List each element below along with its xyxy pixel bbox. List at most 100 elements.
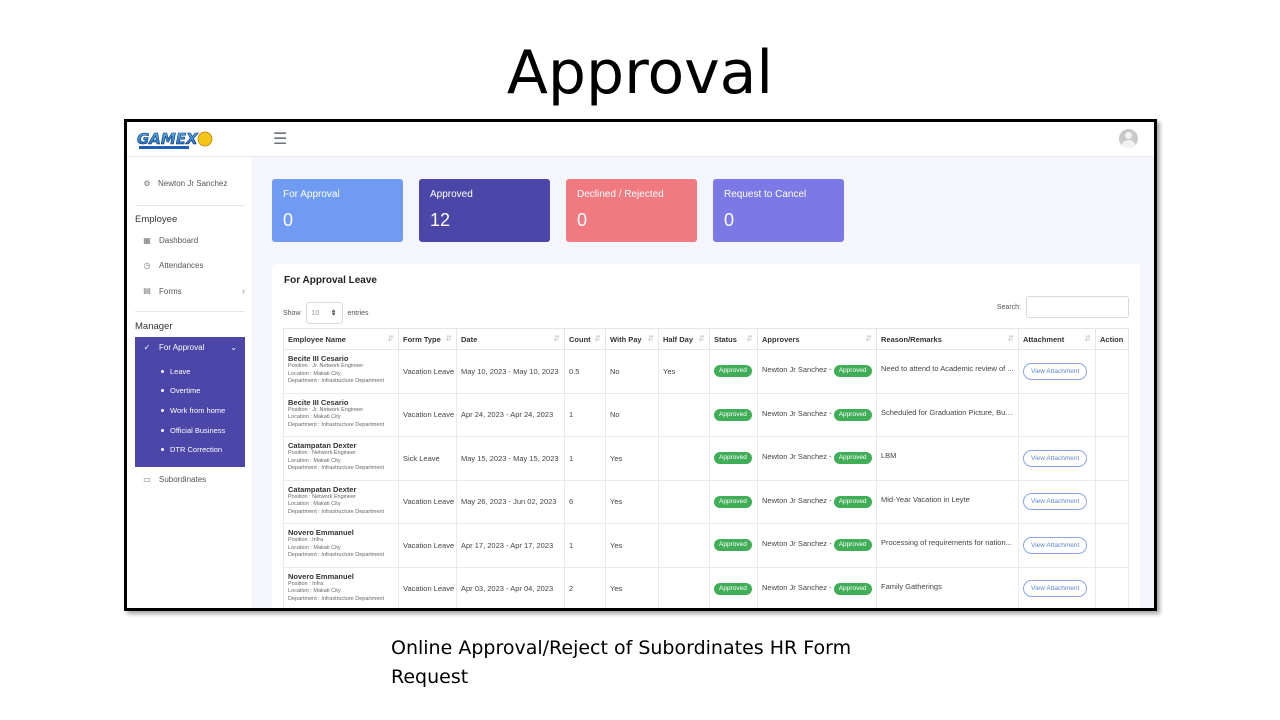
status-badge: Approved [714, 582, 752, 595]
count-cell: 2 [564, 566, 606, 608]
form-type-cell: Vacation Leave [398, 566, 457, 608]
view-attachment-button[interactable]: View Attachment [1023, 362, 1088, 380]
status-cell: Approved [709, 392, 758, 437]
status-cell: Approved [709, 349, 758, 394]
sidebar-user[interactable]: ⚙ Newton Jr Sanchez [143, 179, 227, 188]
sidebar-item-label: Attendances [159, 261, 204, 270]
sidebar-for-approval-group: ✓ For Approval ⌄ Leave Overtime Work fro… [135, 337, 245, 467]
view-attachment-button[interactable]: View Attachment [1023, 580, 1088, 598]
sidebar-subitem-label: Official Business [170, 426, 226, 435]
attachment-cell: View Attachment [1018, 479, 1096, 524]
leave-table: Employee Name ⇵ Form Type ⇵ Date ⇵ Count ⇵ W… [283, 328, 1129, 608]
top-bar: GAMEX ☰ [127, 122, 1154, 157]
sidebar-item-label: Forms [159, 286, 182, 296]
approver-name: Newton Jr Sanchez - [762, 365, 832, 375]
approver-name: Newton Jr Sanchez - [762, 452, 832, 462]
reason-cell: Mid-Year Vacation in Leyte [876, 479, 1019, 524]
employee-name: Catampatan Dexter [288, 484, 357, 494]
column-header[interactable]: Half Day ⇵ [658, 328, 710, 350]
reason-cell: LBM [876, 436, 1019, 481]
employee-position: Position : Network Engineer [288, 450, 356, 456]
status-badge: Approved [714, 539, 752, 552]
table-header-row: Employee Name ⇵ Form Type ⇵ Date ⇵ Count ⇵ W… [283, 328, 1129, 350]
employee-position: Position : Network Engineer [288, 493, 356, 500]
bullet-icon [161, 389, 164, 392]
card-value: 0 [577, 210, 588, 230]
sidebar-subitem-dtr-correction[interactable]: DTR Correction [161, 445, 222, 454]
sidebar-item-attendances[interactable]: ◷ Attendances [143, 261, 245, 270]
reason-cell: Processing of requirements for nation... [876, 523, 1019, 568]
half-day-cell [658, 566, 710, 608]
sidebar-item-dashboard[interactable]: ▦ Dashboard [143, 236, 245, 245]
employee-name: Becite III Cesario [288, 397, 349, 407]
monitor-icon: ▭ [143, 474, 151, 484]
entries-select[interactable]: 10 ⇕ [305, 302, 343, 324]
bullet-icon [161, 448, 164, 451]
reason-cell: Scheduled for Graduation Picture, Bull..… [876, 392, 1019, 437]
approvers-cell: Newton Jr Sanchez - Approved [757, 349, 877, 394]
sidebar-item-label: Subordinates [159, 475, 207, 484]
sort-icon: ⇵ [594, 334, 601, 343]
card-value: 0 [283, 210, 294, 230]
sidebar-subitem-work-from-home[interactable]: Work from home [161, 406, 225, 415]
sidebar-item-label: Dashboard [159, 236, 199, 245]
card-for-approval[interactable]: For Approval 0 [272, 179, 403, 242]
action-cell [1095, 479, 1129, 524]
sort-icon: ⇵ [746, 334, 753, 343]
count-cell: 6 [564, 479, 606, 524]
hamburger-icon[interactable]: ☰ [273, 131, 287, 147]
column-header[interactable]: Attachment ⇵ [1018, 328, 1096, 350]
sidebar-item-for-approval[interactable]: ✓ For Approval ⌄ [143, 343, 237, 352]
column-header[interactable]: Reason/Remarks ⇵ [876, 328, 1019, 350]
view-attachment-button[interactable]: View Attachment [1023, 493, 1088, 511]
column-header[interactable]: Employee Name ⇵ [283, 328, 399, 350]
card-label: Approved [430, 189, 473, 200]
employee-location: Location : Makati City [288, 414, 341, 421]
action-cell [1095, 566, 1129, 608]
attachment-cell [1018, 392, 1096, 437]
column-header[interactable]: Approvers ⇵ [757, 328, 877, 350]
sidebar-subitem-official-business[interactable]: Official Business [161, 426, 225, 435]
card-declined-rejected[interactable]: Declined / Rejected 0 [566, 179, 697, 242]
entries-control: Show 10 ⇕ entries [283, 302, 369, 324]
sidebar-item-subordinates[interactable]: ▭ Subordinates [143, 475, 245, 484]
count-cell: 1 [564, 392, 606, 437]
employee-cell: Catampatan Dexter Position : Network Engi… [283, 436, 399, 481]
column-header[interactable]: Status ⇵ [709, 328, 758, 350]
table-row: Catampatan Dexter Position : Network Engi… [283, 436, 1129, 481]
card-approved[interactable]: Approved 12 [419, 179, 550, 242]
attachment-cell: View Attachment [1018, 523, 1096, 568]
approvers-cell: Newton Jr Sanchez - Approved [757, 392, 877, 437]
sidebar-item-forms[interactable]: ▤ Forms › [143, 286, 245, 296]
half-day-cell [658, 436, 710, 481]
date-cell: Apr 03, 2023 - Apr 04, 2023 [456, 566, 565, 608]
select-arrows-icon: ⇕ [330, 310, 337, 317]
search-input[interactable] [1026, 296, 1129, 318]
sidebar-subitem-label: Work from home [170, 406, 226, 415]
with-pay-cell: Yes [605, 523, 659, 568]
approver-status-badge: Approved [833, 365, 872, 378]
sidebar-subitem-overtime[interactable]: Overtime [161, 386, 200, 395]
app-screenshot: GAMEX ☰ ⚙ Newton Jr Sanchez Employee ▦ D… [124, 119, 1157, 611]
attachment-cell: View Attachment [1018, 349, 1096, 394]
with-pay-cell: No [605, 392, 659, 437]
column-header[interactable]: With Pay ⇵ [605, 328, 659, 350]
sidebar-subitem-leave[interactable]: Leave [161, 367, 190, 376]
employee-department: Department : Infrastructure Department [288, 552, 384, 559]
with-pay-cell: Yes [605, 436, 659, 481]
approver-name: Newton Jr Sanchez - [762, 582, 832, 592]
card-request-to-cancel[interactable]: Request to Cancel 0 [713, 179, 844, 242]
employee-department: Department : Infrastructure Department [288, 421, 384, 428]
user-avatar-icon[interactable] [1119, 129, 1138, 148]
sidebar-subitem-label: Overtime [170, 386, 201, 395]
column-header[interactable]: Date ⇵ [456, 328, 565, 350]
card-value: 0 [724, 210, 735, 230]
view-attachment-button[interactable]: View Attachment [1023, 449, 1088, 467]
status-cell: Approved [709, 523, 758, 568]
form-type-cell: Vacation Leave [398, 349, 457, 394]
column-header[interactable]: Form Type ⇵ [398, 328, 457, 350]
action-cell [1095, 349, 1129, 394]
column-header[interactable]: Count ⇵ [564, 328, 606, 350]
action-cell [1095, 436, 1129, 481]
view-attachment-button[interactable]: View Attachment [1023, 536, 1088, 554]
